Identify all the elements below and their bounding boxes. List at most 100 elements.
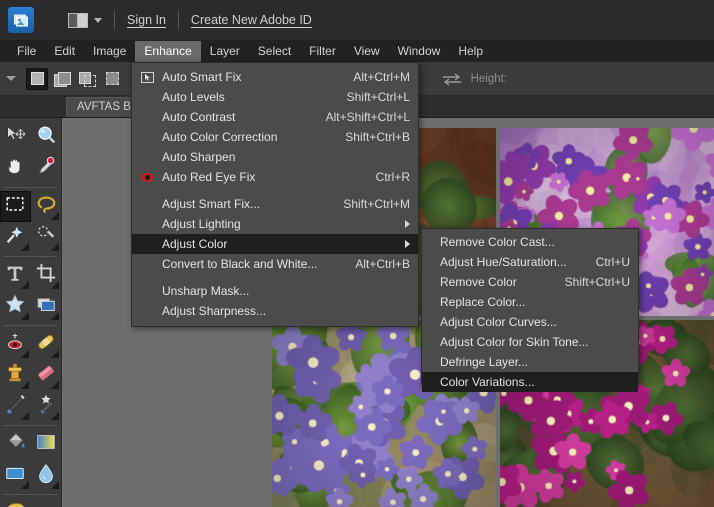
menu-item-adjust-color-curves[interactable]: Adjust Color Curves...: [422, 312, 638, 332]
menu-item-auto-color-correction[interactable]: Auto Color Correction Shift+Ctrl+B: [132, 127, 418, 147]
type-tool[interactable]: [0, 260, 31, 291]
menu-item-label: Auto Sharpen: [162, 150, 236, 164]
magic-wand-tool[interactable]: [0, 222, 31, 253]
more-tools-indicator: [20, 212, 29, 220]
menu-item-auto-smart-fix[interactable]: Auto Smart Fix Alt+Ctrl+M: [132, 67, 418, 87]
panel-layout-button[interactable]: [68, 12, 102, 28]
lasso-tool[interactable]: [31, 191, 62, 222]
hand-icon: [4, 155, 26, 182]
zoom-tool[interactable]: [31, 122, 62, 153]
menu-enhance[interactable]: Enhance: [135, 40, 201, 62]
menu-item-replace-color[interactable]: Replace Color...: [422, 292, 638, 312]
menu-item-shortcut: Shift+Ctrl+L: [346, 90, 410, 104]
menu-filter[interactable]: Filter: [300, 41, 345, 62]
menu-item-label: Unsharp Mask...: [162, 284, 250, 298]
menu-item-label: Remove Color Cast...: [440, 235, 555, 249]
menu-window[interactable]: Window: [389, 41, 450, 62]
eraser-tool[interactable]: [31, 360, 62, 391]
menu-file[interactable]: File: [8, 41, 45, 62]
more-tools-indicator: [20, 350, 29, 358]
shape-tool[interactable]: [0, 460, 31, 491]
tool-row: [0, 260, 61, 291]
more-tools-indicator: [20, 312, 29, 320]
menu-item-label: Adjust Color Curves...: [440, 315, 557, 329]
menu-item-label: Adjust Smart Fix...: [162, 197, 261, 211]
more-tools-indicator: [51, 481, 59, 489]
eyedropper-tool[interactable]: [31, 153, 62, 184]
menu-item-shortcut: Shift+Ctrl+M: [343, 197, 410, 211]
selection-mode-group: [26, 67, 123, 90]
sponge-tool[interactable]: [0, 498, 31, 507]
swap-dimensions-icon[interactable]: [441, 72, 463, 86]
red-eye-tool[interactable]: [0, 329, 31, 360]
smart-brush-tool[interactable]: [31, 391, 62, 422]
new-selection-button[interactable]: [26, 67, 48, 90]
menu-item-remove-color-cast[interactable]: Remove Color Cast...: [422, 232, 638, 252]
submenu-arrow-icon: [405, 240, 410, 248]
quick-selection-tool[interactable]: [31, 222, 62, 253]
brush-tool[interactable]: [0, 391, 31, 422]
menu-item-auto-contrast[interactable]: Auto Contrast Alt+Shift+Ctrl+L: [132, 107, 418, 127]
menu-item-color-variations[interactable]: Color Variations...: [422, 372, 638, 392]
menu-item-shortcut: Shift+Ctrl+B: [345, 130, 410, 144]
menu-item-auto-sharpen[interactable]: Auto Sharpen: [132, 147, 418, 167]
paint-bucket-tool[interactable]: [0, 429, 31, 460]
menu-item-shortcut: Ctrl+U: [595, 255, 630, 269]
tool-row: [0, 153, 61, 184]
menu-item-auto-red-eye-fix[interactable]: Auto Red Eye Fix Ctrl+R: [132, 167, 418, 187]
crop-tool[interactable]: [31, 260, 62, 291]
chevron-down-icon[interactable]: [6, 76, 16, 81]
menu-item-label: Adjust Color for Skin Tone...: [440, 335, 589, 349]
menu-edit[interactable]: Edit: [45, 41, 84, 62]
hand-tool[interactable]: [0, 153, 31, 184]
menu-item-adjust-sharpness[interactable]: Adjust Sharpness...: [132, 301, 418, 321]
menu-image[interactable]: Image: [84, 41, 135, 62]
application-top-bar: Sign In Create New Adobe ID: [0, 0, 714, 40]
blur-tool[interactable]: [31, 460, 62, 491]
menu-item-adjust-smart-fix[interactable]: Adjust Smart Fix... Shift+Ctrl+M: [132, 194, 418, 214]
gradient-tool[interactable]: [31, 429, 62, 460]
menu-group-separator: [132, 187, 418, 194]
menu-item-label: Adjust Sharpness...: [162, 304, 267, 318]
menu-help[interactable]: Help: [449, 41, 492, 62]
menu-item-shortcut: Shift+Ctrl+U: [564, 275, 630, 289]
menu-item-remove-color[interactable]: Remove Color Shift+Ctrl+U: [422, 272, 638, 292]
menu-item-unsharp-mask[interactable]: Unsharp Mask...: [132, 281, 418, 301]
more-tools-indicator: [51, 312, 59, 320]
menu-item-convert-to-black-and-white[interactable]: Convert to Black and White... Alt+Ctrl+B: [132, 254, 418, 274]
move-tool[interactable]: [0, 122, 31, 153]
menu-item-defringe-layer[interactable]: Defringe Layer...: [422, 352, 638, 372]
recompose-tool[interactable]: [31, 291, 62, 322]
sign-in-link[interactable]: Sign In: [127, 13, 166, 27]
menu-view[interactable]: View: [345, 41, 389, 62]
menu-layer[interactable]: Layer: [201, 41, 249, 62]
tool-row: [0, 498, 61, 507]
menu-item-adjust-lighting[interactable]: Adjust Lighting: [132, 214, 418, 234]
tool-row: [0, 122, 61, 153]
gradient-icon: [35, 431, 57, 458]
marquee-tool[interactable]: [0, 191, 31, 222]
height-label: Height:: [470, 72, 508, 85]
photo-editor-window: Sign In Create New Adobe ID File Edit Imag…: [0, 0, 714, 507]
subtract-from-selection-button[interactable]: [76, 68, 98, 90]
cookie-cutter-tool[interactable]: [0, 291, 31, 322]
menu-item-adjust-hue-saturation[interactable]: Adjust Hue/Saturation... Ctrl+U: [422, 252, 638, 272]
intersect-selection-button[interactable]: [101, 68, 123, 90]
tool-group-divider: [4, 425, 57, 426]
more-tools-indicator: [51, 412, 59, 420]
menu-bar: File Edit Image Enhance Layer Select Filter Vie…: [0, 40, 714, 62]
healing-brush-tool[interactable]: [31, 329, 62, 360]
more-tools-indicator: [20, 481, 29, 489]
menu-item-auto-levels[interactable]: Auto Levels Shift+Ctrl+L: [132, 87, 418, 107]
toolbar-divider: [177, 10, 179, 30]
tool-row: [0, 191, 61, 222]
menu-item-label: Convert to Black and White...: [162, 257, 318, 271]
menu-item-label: Color Variations...: [440, 375, 535, 389]
menu-item-adjust-color-for-skin-tone[interactable]: Adjust Color for Skin Tone...: [422, 332, 638, 352]
create-adobe-id-link[interactable]: Create New Adobe ID: [191, 13, 312, 27]
add-to-selection-button[interactable]: [51, 68, 73, 90]
menu-select[interactable]: Select: [249, 41, 300, 62]
clone-stamp-tool[interactable]: [0, 360, 31, 391]
menu-item-shortcut: Alt+Ctrl+M: [353, 70, 410, 84]
menu-item-adjust-color[interactable]: Adjust Color: [132, 234, 418, 254]
